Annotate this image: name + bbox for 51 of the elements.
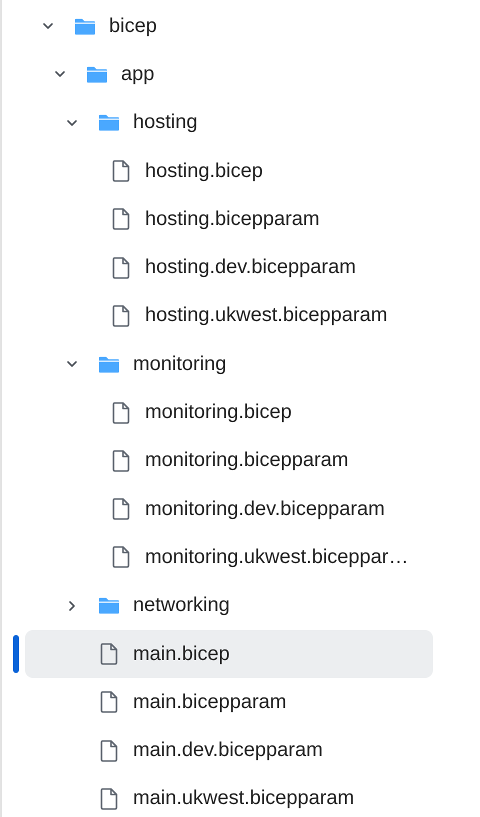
folder-icon	[98, 596, 120, 616]
tree-item[interactable]: monitoring	[25, 340, 433, 388]
tree-item[interactable]: monitoring.dev.bicepparam	[25, 484, 433, 534]
tree-item[interactable]: hosting.bicep	[25, 146, 433, 196]
file-icon	[112, 256, 130, 279]
item-label: app	[121, 62, 154, 86]
item-label: main.ukwest.bicepparam	[133, 787, 354, 810]
item-label: hosting	[133, 111, 198, 134]
tree-item[interactable]: hosting	[25, 98, 433, 147]
tree-item[interactable]: hosting.dev.bicepparam	[25, 243, 433, 292]
file-icon	[100, 643, 118, 665]
item-label: monitoring.bicepparam	[145, 449, 348, 472]
tree-item[interactable]: hosting.bicepparam	[25, 195, 433, 244]
tree-item[interactable]: app	[25, 50, 433, 99]
item-label: monitoring	[133, 352, 226, 376]
item-label: hosting.bicep	[145, 160, 263, 183]
file-icon	[100, 691, 118, 714]
file-icon	[112, 402, 130, 424]
item-label: bicep	[109, 14, 157, 38]
file-icon	[100, 788, 118, 810]
tree-item[interactable]: bicep	[25, 2, 433, 50]
file-icon	[112, 304, 130, 327]
item-label: monitoring.bicep	[145, 401, 292, 424]
folder-icon	[86, 64, 108, 84]
file-icon	[112, 498, 130, 520]
item-label: main.bicepparam	[133, 690, 286, 714]
tree-item[interactable]: main.dev.bicepparam	[25, 726, 433, 775]
item-label: main.bicep	[133, 642, 230, 666]
item-label: main.dev.bicepparam	[133, 739, 323, 762]
item-label: networking	[133, 594, 230, 618]
file-icon	[112, 208, 130, 230]
tree-item[interactable]: monitoring.bicepparam	[25, 436, 433, 485]
selection-indicator	[13, 634, 19, 673]
folder-icon	[74, 16, 96, 36]
file-icon	[100, 740, 118, 762]
folder-icon	[98, 113, 120, 132]
file-icon	[112, 546, 130, 568]
item-label: hosting.ukwest.bicepparam	[145, 304, 388, 328]
tree-item[interactable]: main.ukwest.bicepparam	[25, 774, 433, 817]
tree-item[interactable]: hosting.ukwest.bicepparam	[25, 292, 433, 340]
file-icon	[112, 450, 130, 472]
tree-item[interactable]: networking	[25, 582, 433, 630]
tree-item[interactable]: monitoring.ukwest.biceppar…	[25, 533, 433, 582]
item-label: hosting.bicepparam	[145, 208, 320, 231]
item-label: hosting.dev.bicepparam	[145, 256, 356, 280]
tree-item[interactable]: monitoring.bicep	[25, 388, 433, 437]
item-label: monitoring.ukwest.biceppar…	[145, 546, 408, 569]
tree-item[interactable]: main.bicepparam	[25, 678, 433, 726]
folder-icon	[98, 354, 120, 374]
item-label: monitoring.dev.bicepparam	[145, 498, 385, 521]
file-icon	[112, 160, 130, 182]
